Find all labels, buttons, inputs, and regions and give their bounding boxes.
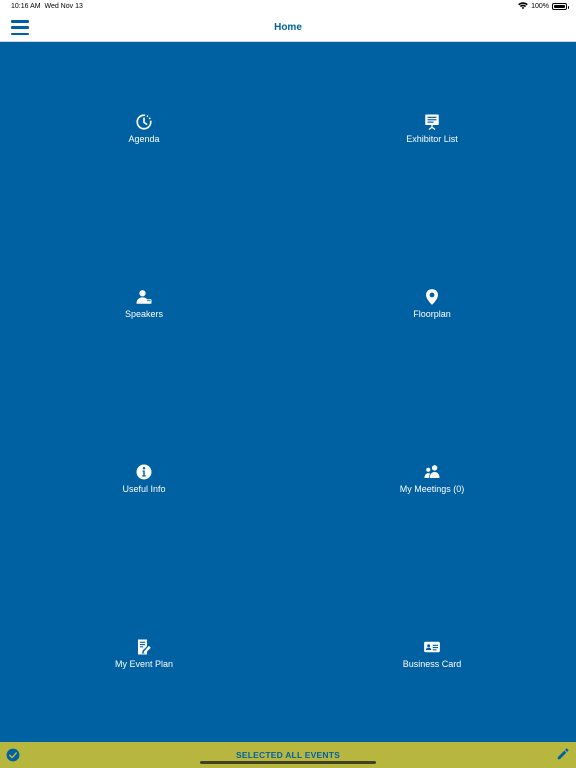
tile-label: Exhibitor List (406, 134, 458, 144)
id-card-icon (423, 638, 441, 656)
tile-my-meetings[interactable]: My Meetings (0) (288, 392, 576, 567)
status-right: 100% (518, 2, 569, 10)
tile-label: My Meetings (0) (399, 484, 465, 494)
speaker-person-icon (135, 288, 153, 306)
status-time-text: 10:16 AM (11, 3, 41, 10)
battery-icon (552, 2, 569, 10)
status-date-text: Wed Nov 13 (44, 3, 83, 10)
battery-percent: 100% (531, 2, 549, 10)
tile-exhibitor-list[interactable]: Exhibitor List (288, 42, 576, 217)
tile-label: Agenda (128, 134, 160, 144)
tile-my-event-plan[interactable]: My Event Plan (0, 567, 288, 742)
tile-agenda[interactable]: Agenda (0, 42, 288, 217)
wifi-icon (518, 2, 528, 10)
presentation-board-icon (423, 113, 441, 131)
tile-label: Speakers (124, 309, 164, 319)
pencil-icon[interactable] (556, 747, 570, 761)
document-edit-icon (135, 638, 153, 656)
people-icon (423, 463, 441, 481)
tile-useful-info[interactable]: Useful Info (0, 392, 288, 567)
status-bar: 10:16 AM Wed Nov 13 100% (0, 0, 576, 14)
status-time: 10:16 AM Wed Nov 13 (11, 3, 83, 10)
tile-label: Useful Info (122, 484, 166, 494)
home-grid: Agenda Exhibitor List Speakers Floorplan… (0, 42, 576, 742)
page-title: Home (274, 22, 302, 33)
tile-label: My Event Plan (114, 659, 174, 669)
map-pin-icon (423, 288, 441, 306)
clock-icon (135, 113, 153, 131)
info-icon (135, 463, 153, 481)
tile-label: Floorplan (413, 309, 451, 319)
nav-bar: Home (0, 14, 576, 42)
selected-events-label[interactable]: SELECTED ALL EVENTS (0, 750, 576, 760)
bottom-bar: SELECTED ALL EVENTS (0, 742, 576, 768)
screen: 10:16 AM Wed Nov 13 100% Home Agenda Exh… (0, 0, 576, 768)
home-indicator (200, 761, 376, 764)
tile-speakers[interactable]: Speakers (0, 217, 288, 392)
tile-business-card[interactable]: Business Card (288, 567, 576, 742)
battery-fill (554, 4, 565, 8)
tile-floorplan[interactable]: Floorplan (288, 217, 576, 392)
tile-label: Business Card (402, 659, 462, 669)
